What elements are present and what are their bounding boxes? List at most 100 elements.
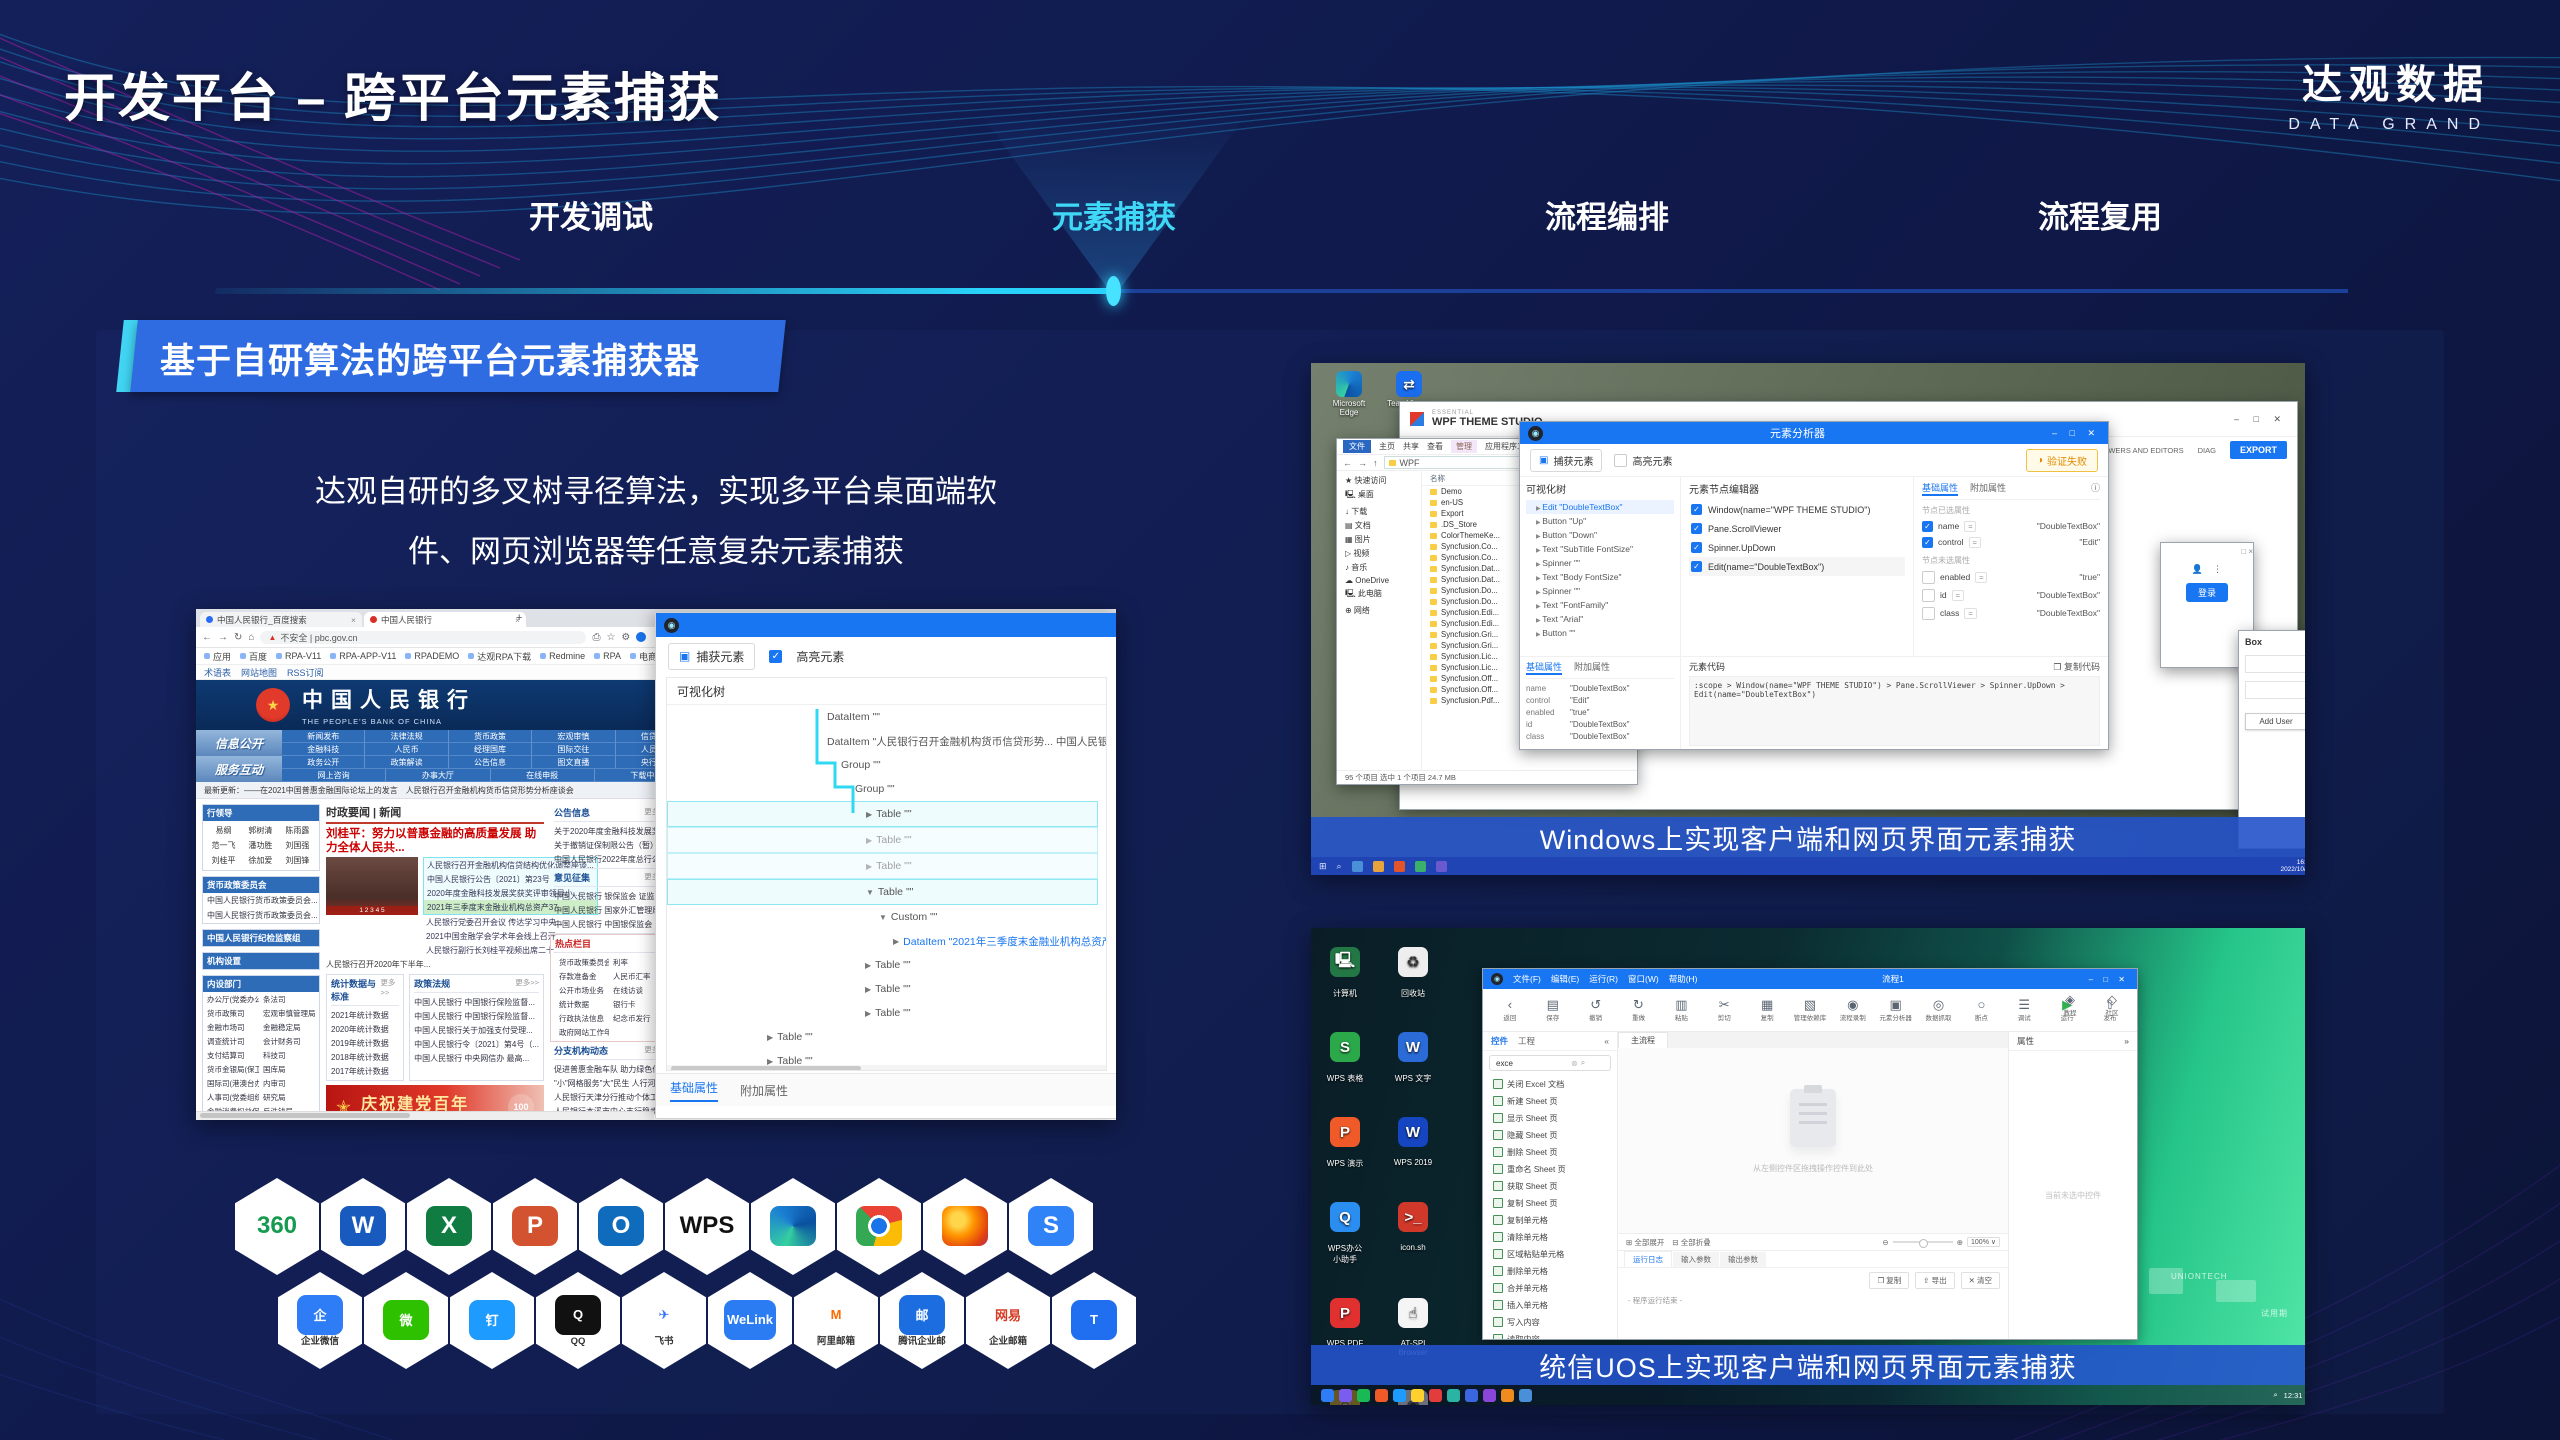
dock-app[interactable] [1465,1389,1478,1402]
zoom-out-icon[interactable]: ⊖ [1882,1238,1888,1247]
uos-desktop-icon[interactable]: W WPS 文字 [1382,1023,1444,1084]
tree-row[interactable]: ▶ DataItem "2021年三季度末金融业机构总资产37..." [667,929,1106,953]
org-bar[interactable]: 机构设置 [203,953,319,969]
tree-row[interactable]: DataItem "人民银行召开金融机构货币信贷形势... 中国人民银行公告〔2… [667,729,1106,753]
nav-item[interactable]: 金融科技 [282,743,365,756]
dock-app[interactable] [1321,1389,1334,1402]
control-item[interactable]: 区域粘贴单元格 [1483,1245,1617,1262]
verify-failed-button[interactable]: ◑验证失败 [2026,449,2098,472]
uos-desktop-icon[interactable]: ♻ 回收站 [1382,938,1444,999]
taskbar-app[interactable] [1415,861,1426,872]
browser-tab[interactable]: 中国人民银行_百度搜索 × [200,612,362,627]
dock-app[interactable] [1411,1389,1424,1402]
dock-app[interactable] [1375,1389,1388,1402]
explorer-file-tab[interactable]: 文件 [1343,440,1371,453]
notice-link[interactable]: 关于2020年度金融科技发展奖获奖项目... [554,824,668,838]
tab-controls[interactable]: 控件 [1491,1035,1508,1047]
nav-item[interactable]: 办事大厅 [386,769,490,782]
nav-item[interactable]: 新闻发布 [282,730,365,743]
window-controls[interactable]: – □ ✕ [2052,428,2100,439]
dock-app[interactable] [1483,1389,1496,1402]
node-row[interactable]: ✓Window(name="WPF THEME STUDIO") [1689,500,1905,519]
back-icon[interactable]: ← [1343,458,1352,468]
bookmark-item[interactable]: 应用 [204,650,231,663]
stats-link[interactable]: 2018年统计数据 [331,1050,399,1064]
extensions-icon[interactable]: ⚙ [621,632,630,643]
nav-item[interactable]: 图文直播 [532,756,615,769]
news-headline[interactable]: 刘桂平：努力以普惠金融的高质量发展 助力全体人民共... [326,827,544,855]
analyzer-tree-row[interactable]: ▶ Button "Up" [1526,514,1674,528]
zoom-slider[interactable] [1893,1241,1953,1243]
start-button[interactable]: ⊞ [1319,861,1327,872]
bookmark-item[interactable]: 百度 [240,650,267,663]
tree-row[interactable]: ▼ Table "" [667,879,1098,905]
tab-input-params[interactable]: 输入参数 [1673,1252,1719,1267]
window-controls[interactable]: – □ ✕ [2234,414,2287,425]
copy-log-button[interactable]: ❐ 复制 [1869,1272,1909,1289]
tab-run-log[interactable]: 运行日志 [1624,1251,1672,1267]
node-row[interactable]: ✓Spinner.UpDown [1689,538,1905,557]
control-item[interactable]: 复制单元格 [1483,1211,1617,1228]
menu-file[interactable]: 文件(F) [1513,973,1541,985]
toolbar-button[interactable]: ▦ 复制 [1750,998,1784,1022]
menu-edit[interactable]: 编辑(E) [1551,973,1579,985]
mpc-link[interactable]: 中国人民银行货币政策委员会... [203,893,319,908]
prop-checkbox[interactable] [1922,607,1935,620]
collapse-icon[interactable]: « [1604,1036,1609,1046]
toolbar-button[interactable]: ↻ 重做 [1622,998,1656,1022]
zoom-in-icon[interactable]: ⊕ [1957,1238,1963,1247]
expand-all-button[interactable]: ⊞ 全部展开 [1626,1237,1664,1248]
analyzer-tree-row[interactable]: ▶ Button "" [1526,626,1674,640]
tab-extra-props[interactable]: 附加属性 [740,1082,788,1099]
analyzer-tree-row[interactable]: ▶ Text "Arial" [1526,612,1674,626]
leader-name-link[interactable]: 刘国锋 [279,853,316,868]
operator-select[interactable]: ≈ [1969,537,1981,548]
share-icon[interactable]: ⎙ [592,632,600,643]
add-user-button[interactable]: Add User [2245,713,2305,730]
tree-row[interactable]: ▶ Table "" [667,801,1098,827]
tab-basic-props[interactable]: 基础属性 [1526,660,1562,675]
leader-name-link[interactable]: 易纲 [205,823,242,838]
toolbar-button[interactable]: ○ 断点 [1964,998,1998,1022]
tree-row[interactable]: Group "" [667,777,1106,801]
dock-app[interactable] [1393,1389,1406,1402]
dock-app[interactable] [1429,1389,1442,1402]
browser-tab[interactable]: 中国人民银行 × [364,612,526,627]
uos-desktop-icon[interactable]: >_ icon.sh [1382,1193,1444,1265]
nav-item[interactable]: 货币政策 [449,730,532,743]
input-field[interactable] [2245,655,2305,673]
prop-checkbox[interactable]: ✓ [1922,521,1933,532]
tab-output-params[interactable]: 输出参数 [1720,1252,1766,1267]
analyzer-tree-row[interactable]: ▶ Button "Down" [1526,528,1674,542]
bookmark-item[interactable]: RPA [594,651,621,661]
expander-icon[interactable]: ▶ [767,1057,773,1066]
toolbar-button[interactable]: ↺ 撤销 [1579,998,1613,1022]
analyzer-tree-row[interactable]: ▶ Text "SubTitle FontSize" [1526,542,1674,556]
control-item[interactable]: 删除 Sheet 页 [1483,1143,1617,1160]
input-field[interactable] [2245,681,2305,699]
sidebar-item[interactable]: 🖳 桌面 [1337,487,1421,504]
leader-name-link[interactable]: 潘功胜 [242,838,279,853]
toolbar-button[interactable]: ▣ 元素分析器 [1879,998,1913,1022]
photo-pager[interactable]: 1 2 3 4 5 [326,906,418,915]
node-row[interactable]: ✓Pane.ScrollViewer [1689,519,1905,538]
bookmark-item[interactable]: 达观RPA下载 [468,650,531,663]
quicklink[interactable]: 网站地图 [241,666,277,679]
taskbar-app[interactable] [1394,861,1405,872]
expander-icon[interactable]: ▼ [879,913,887,922]
back-icon[interactable]: ← [202,632,212,643]
nav-item[interactable]: 政策解读 [365,756,448,769]
control-item[interactable]: 重命名 Sheet 页 [1483,1160,1617,1177]
analyzer-tree-row[interactable]: ▶ Edit "DoubleTextBox" [1526,500,1674,514]
sidebar-item[interactable]: ☁ OneDrive [1337,574,1421,586]
nav-item[interactable]: 网上咨询 [282,769,386,782]
nav-item[interactable]: 法律法规 [365,730,448,743]
control-item[interactable]: 删除单元格 [1483,1262,1617,1279]
nav-group-label[interactable]: 信息公开 [196,730,282,756]
stats-link[interactable]: 2019年统计数据 [331,1036,399,1050]
login-button[interactable]: 登录 [2186,583,2228,602]
dock-clock[interactable]: ⌕ 12:31 ◷ [2273,1390,2305,1400]
nav-item[interactable]: 国际交往 [532,743,615,756]
control-item[interactable]: 隐藏 Sheet 页 [1483,1126,1617,1143]
node-checkbox[interactable]: ✓ [1691,504,1702,515]
